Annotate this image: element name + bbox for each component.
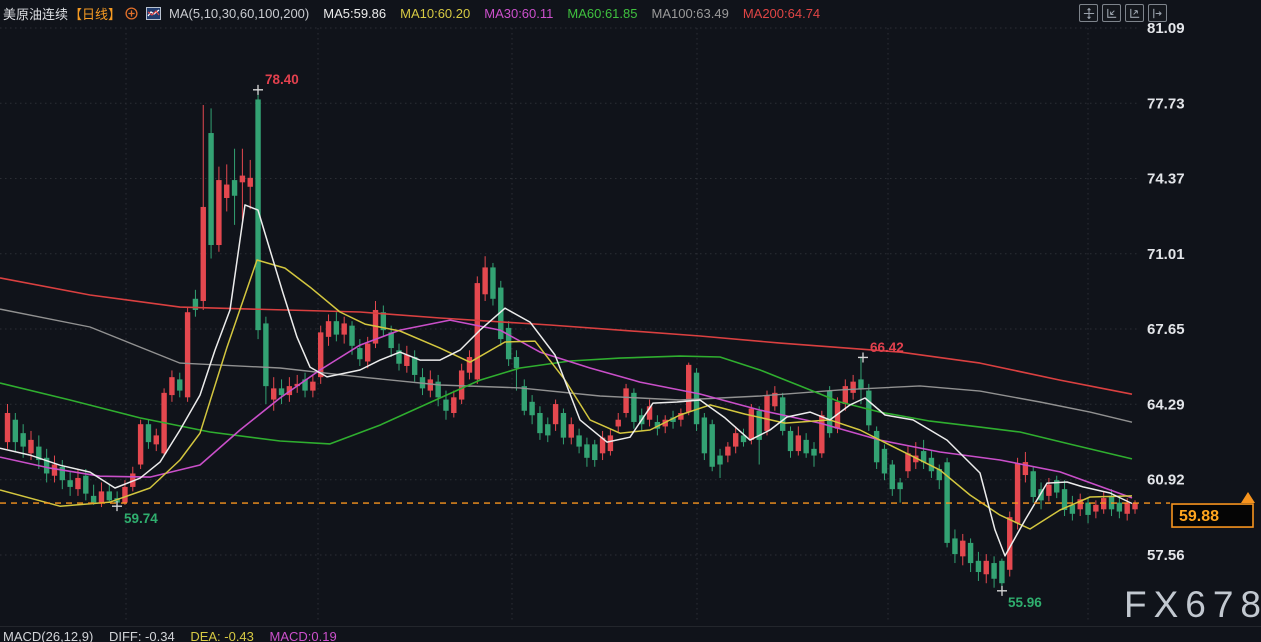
ma-line-ma30 [0,320,1132,498]
ma-line-ma60 [0,356,1132,459]
candles-layer[interactable] [5,88,1138,591]
y-axis-tick: 81.09 [1147,20,1185,37]
grid-lines [0,28,1140,620]
extreme-cross-marker [253,85,263,95]
chart-app-window: 59.88 81.09 77.73 74.37 71.01 67.65 64.29 60.92… [0,0,1261,642]
candlestick-chart[interactable]: 59.88 81.09 77.73 74.37 71.01 67.65 64.29 60.92… [0,0,1261,642]
y-axis-tick: 57.56 [1147,547,1185,564]
extreme-cross-marker [858,352,868,362]
ma-value-ma30: MA30:60.11 [484,6,553,21]
ma-value-ma100: MA100:63.49 [651,6,728,21]
ma-value-ma5: MA5:59.86 [323,6,386,21]
y-axis-tick: 77.73 [1147,95,1185,112]
y-axis-tick: 71.01 [1147,246,1185,263]
y-axis-labels[interactable]: 81.09 77.73 74.37 71.01 67.65 64.29 60.92 57.56 [1147,20,1185,564]
y-axis-tick: 64.29 [1147,396,1185,413]
y-axis-tick: 60.92 [1147,472,1185,489]
ma-values-readout: MA5:59.86 MA10:60.20 MA30:60.11 MA60:61.85 M… [309,6,820,21]
last-price-value: 59.88 [1179,508,1219,525]
extreme-price-label: 66.42 [870,340,904,355]
chart-header: 美原油连续 【日线】 MA(5,10,30,60,100,200) MA5:59… [3,3,820,23]
ma-value-ma200: MA200:64.74 [743,6,820,21]
macd-settings-label[interactable]: MACD(26,12,9) [3,629,93,642]
y-axis-tick: 67.65 [1147,321,1185,338]
price-up-arrow-icon [1241,492,1255,503]
ma-value-ma60: MA60:61.85 [567,6,637,21]
macd-value: MACD:0.19 [270,629,337,642]
macd-dea-value: DEA: -0.43 [190,629,254,642]
macd-indicator-row: MACD(26,12,9) DIFF: -0.34 DEA: -0.43 MAC… [3,629,349,642]
chart-toolbar [1079,4,1167,22]
extreme-cross-marker [997,586,1007,596]
pane-divider[interactable] [0,626,1261,627]
add-indicator-icon[interactable] [125,7,138,20]
period-label[interactable]: 【日线】 [69,4,121,23]
ma-value-ma10: MA10:60.20 [400,6,470,21]
extreme-price-label: 59.74 [124,511,158,526]
kline-style-icon[interactable] [146,7,161,20]
ma-line-ma200 [0,278,1132,394]
crosshair-move-icon[interactable] [1079,4,1098,22]
y-axis-tick: 74.37 [1147,171,1185,188]
fx678-watermark: FX678 [1124,584,1261,626]
price-annotations: 78.40 59.74 66.42 55.96 [112,72,1042,610]
macd-diff-value: DIFF: -0.34 [109,629,175,642]
symbol-name: 美原油连续 [3,4,68,23]
go-to-latest-icon[interactable] [1148,4,1167,22]
axis-zoom-in-icon[interactable] [1125,4,1144,22]
extreme-price-label: 78.40 [265,72,299,87]
ma-settings-label[interactable]: MA(5,10,30,60,100,200) [169,6,309,21]
extreme-price-label: 55.96 [1008,595,1042,610]
axis-zoom-out-icon[interactable] [1102,4,1121,22]
